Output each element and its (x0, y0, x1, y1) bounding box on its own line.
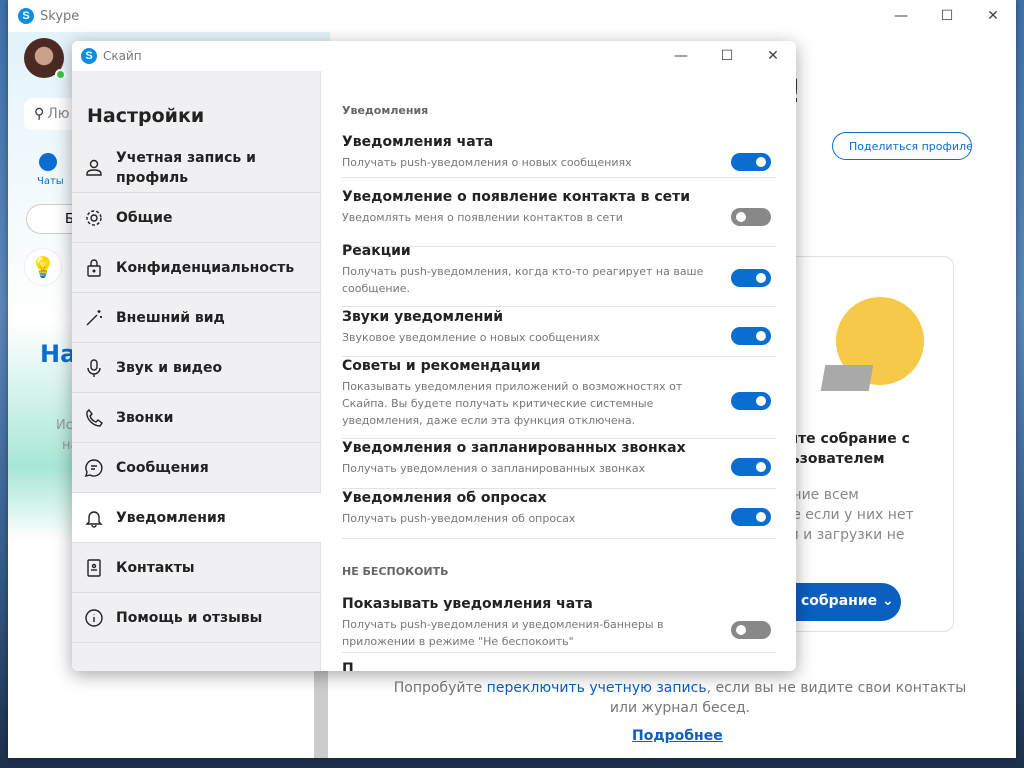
setting-title: Уведомления об опросах (342, 490, 547, 506)
setting-description: Получать уведомления о запланированных з… (342, 462, 646, 475)
main-close-button[interactable]: ✕ (970, 0, 1016, 32)
dialog-maximize-button[interactable]: ☐ (704, 41, 750, 71)
nav-item-label: Общие (116, 209, 173, 226)
nav-item-info[interactable]: Помощь и отзывы (72, 593, 321, 643)
nav-item-chat[interactable]: Сообщения (72, 443, 321, 493)
dialog-minimize-button[interactable]: — (658, 41, 704, 71)
contacts-book-icon (87, 558, 101, 577)
settings-dialog: S Скайп — ☐ ✕ Настройки Учетная запись и… (72, 41, 796, 671)
setting-description: Показывать уведомления приложений о возм… (342, 380, 683, 427)
setting-toggle[interactable] (731, 327, 771, 345)
setting-toggle[interactable] (731, 208, 771, 226)
nav-item-phone[interactable]: Звонки (72, 393, 321, 443)
chats-icon[interactable] (39, 153, 57, 171)
setting-description: Получать push-уведомления, когда кто-то … (342, 265, 704, 295)
nav-item-person[interactable]: Учетная запись и профиль (72, 143, 321, 193)
setting-description: Уведомлять меня о появлении контактов в … (342, 211, 623, 224)
switch-account-hint: Попробуйте переключить учетную запись, е… (390, 678, 970, 718)
nav-item-lock[interactable]: Конфиденциальность (72, 243, 321, 293)
main-title-bar: S Skype — ☐ ✕ (8, 0, 1016, 32)
section-header-dnd: НЕ БЕСПОКОИТЬ (342, 565, 449, 578)
dialog-title-bar: S Скайп — ☐ ✕ (72, 41, 796, 71)
setting-description: Получать push-уведомления и уведомления-… (342, 618, 664, 648)
chats-tab-label[interactable]: Чаты (37, 176, 64, 187)
nav-item-contacts-book[interactable]: Контакты (72, 543, 321, 593)
switch-account-link[interactable]: переключить учетную запись (487, 680, 707, 696)
online-status-icon (55, 69, 66, 80)
magic-wand-icon (86, 309, 102, 325)
dialog-close-button[interactable]: ✕ (750, 41, 796, 71)
left-pane-scrollbar[interactable] (314, 660, 328, 758)
setting-toggle[interactable] (731, 153, 771, 171)
setting-toggle[interactable] (731, 392, 771, 410)
nav-item-label: Помощь и отзывы (116, 609, 263, 626)
main-window-title: Skype (40, 8, 80, 24)
info-icon (85, 608, 103, 627)
skype-logo-icon: S (81, 48, 97, 64)
nav-item-label: Уведомления (116, 509, 226, 526)
nav-item-microphone[interactable]: Звук и видео (72, 343, 321, 393)
nav-item-label: Звук и видео (116, 359, 223, 376)
setting-row: Советы и рекомендации Показывать уведомле… (342, 357, 776, 439)
setting-title: Уведомления чата (342, 134, 494, 150)
setting-title: Реакции (342, 243, 411, 259)
nav-item-label: Звонки (116, 409, 174, 426)
nav-item-label: Сообщения (116, 459, 209, 476)
search-placeholder: Лю (47, 106, 70, 122)
nav-item-magic-wand[interactable]: Внешний вид (72, 293, 321, 343)
setting-toggle[interactable] (731, 458, 771, 476)
setting-row: Звуки уведомлений Звуковое уведомление о … (342, 308, 776, 357)
welcome-text-1: Ис (56, 418, 73, 433)
welcome-heading: На (40, 340, 77, 368)
gear-icon (86, 209, 102, 226)
skype-logo-icon: S (18, 8, 34, 24)
setting-toggle[interactable] (731, 621, 771, 639)
main-minimize-button[interactable]: — (878, 0, 924, 32)
setting-title: Советы и рекомендации (342, 358, 541, 374)
setting-title: Звуки уведомлений (342, 309, 504, 325)
setting-row: Реакции Получать push-уведомления, когда … (342, 242, 776, 307)
phone-icon (86, 408, 103, 427)
section-header-notifications: Уведомления (342, 104, 429, 117)
setting-description: Звуковое уведомление о новых сообщениях (342, 331, 600, 344)
main-maximize-button[interactable]: ☐ (924, 0, 970, 32)
share-profile-button[interactable]: Поделиться профиле (832, 132, 972, 160)
learn-more-link[interactable]: Подробнее (632, 728, 723, 744)
nav-item-gear[interactable]: Общие (72, 193, 321, 243)
setting-toggle[interactable] (731, 269, 771, 287)
setting-row: Уведомление о появление контакта в сети У… (342, 188, 776, 247)
nav-item-label: Внешний вид (116, 309, 225, 326)
lock-icon (87, 258, 101, 277)
bell-icon (85, 510, 103, 528)
setting-title: Уведомление о появление контакта в сети (342, 189, 691, 205)
microphone-icon (87, 358, 101, 377)
setting-toggle[interactable] (731, 508, 771, 526)
settings-heading: Настройки (87, 105, 205, 127)
hint-text: Попробуйте (393, 680, 487, 696)
meeting-card: зуйте собрание с ользователем шение всем… (770, 256, 954, 632)
setting-description: Получать push-уведомления о новых сообще… (342, 156, 632, 169)
setting-row: Показывать уведомления чата Получать push… (342, 595, 776, 653)
nav-item-label: Учетная запись и профиль (116, 149, 256, 186)
dialog-title: Скайп (103, 49, 142, 63)
bot-avatar-icon[interactable]: 💡 (24, 248, 62, 286)
search-icon: ⚲ (34, 106, 45, 122)
nav-item-label: Конфиденциальность (116, 259, 295, 276)
setting-title: Уведомления о запланированных звонках (342, 440, 686, 456)
notifications-panel[interactable]: Уведомления Уведомления чата Получать pus… (321, 71, 796, 671)
setting-description: Получать push-уведомления об опросах (342, 512, 576, 525)
nav-item-label: Контакты (116, 559, 195, 576)
laptop-illustration (820, 365, 874, 391)
setting-title: Показывать уведомления чата (342, 596, 593, 612)
nav-item-bell[interactable]: Уведомления (72, 493, 321, 543)
next-row-partial: П (342, 661, 354, 671)
chat-icon (85, 458, 103, 477)
setting-row: Уведомления о запланированных звонках Пол… (342, 439, 776, 489)
person-icon (86, 159, 102, 176)
setting-row: Уведомления об опросах Получать push-увед… (342, 489, 776, 539)
settings-nav: Настройки Учетная запись и профиль Общие К… (72, 71, 321, 671)
setting-row: Уведомления чата Получать push-уведомлени… (342, 133, 776, 178)
chevron-down-icon[interactable]: ⌄ (882, 593, 894, 609)
